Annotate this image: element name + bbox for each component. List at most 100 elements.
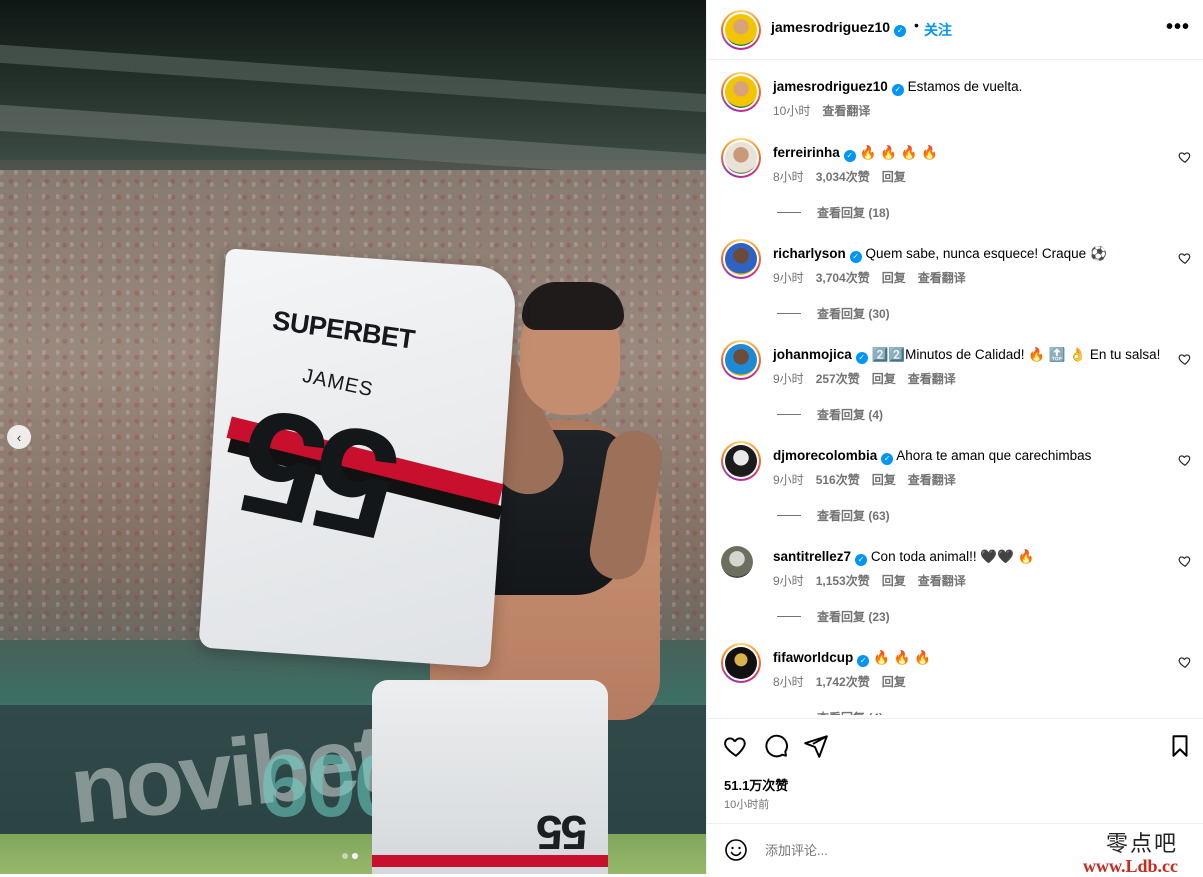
- view-replies-button[interactable]: 查看回复 (63): [777, 507, 890, 524]
- comment-time: 9小时: [773, 574, 804, 588]
- more-icon[interactable]: •••: [1166, 16, 1190, 39]
- comment-username[interactable]: ferreirinha: [773, 145, 840, 160]
- comment-input[interactable]: [763, 839, 1127, 861]
- chevron-left-icon: ‹: [16, 429, 22, 445]
- verified-icon: ✓: [855, 352, 868, 364]
- comment-body: 2️⃣2️⃣Minutos de Calidad! 🔥 🔝 👌 En tu sa…: [871, 347, 1161, 362]
- heart-icon[interactable]: [1178, 251, 1192, 265]
- caption-body: Estamos de vuelta.: [907, 79, 1023, 94]
- comment-body: 🔥 🔥 🔥 🔥: [859, 145, 939, 160]
- comment-meta: 9小时 516次赞 回复 查看翻译: [773, 471, 956, 488]
- verified-icon: ✓: [857, 655, 870, 667]
- watermark: 零点吧 www.Ldb.cc: [1083, 826, 1178, 877]
- carousel-dot-active: [352, 853, 358, 859]
- translate-button[interactable]: 查看翻译: [822, 102, 870, 119]
- commenter-avatar[interactable]: [721, 239, 761, 279]
- carousel-prev-button[interactable]: ‹: [7, 425, 31, 449]
- view-replies-label: 查看回复 (4): [817, 408, 884, 422]
- heart-icon[interactable]: [1178, 150, 1192, 164]
- author-username-text: jamesrodriguez10: [771, 19, 891, 35]
- comment-username[interactable]: santitrellez7: [773, 549, 851, 564]
- heart-icon[interactable]: [1178, 352, 1192, 366]
- emoji-icon[interactable]: [724, 838, 748, 862]
- heart-icon[interactable]: [1178, 554, 1192, 568]
- view-replies-label: 查看回复 (30): [817, 307, 890, 321]
- heart-icon[interactable]: [723, 733, 749, 759]
- comments-list[interactable]: jamesrodriguez10 ✓ Estamos de vuelta. 10小…: [707, 60, 1203, 715]
- reply-button[interactable]: 回复: [882, 673, 906, 690]
- author-avatar[interactable]: [721, 72, 761, 112]
- comment-text: djmorecolombia ✓ Ahora te aman que carech…: [773, 447, 1091, 465]
- comment-likes[interactable]: 3,034次赞: [816, 168, 870, 185]
- comment-text: richarlyson ✓ Quem sabe, nunca esquece! C…: [773, 245, 1107, 263]
- caption-text: jamesrodriguez10 ✓ Estamos de vuelta.: [773, 78, 1022, 96]
- view-replies-button[interactable]: 查看回复 (23): [777, 608, 890, 625]
- heart-icon[interactable]: [1178, 655, 1192, 669]
- view-replies-label: 查看回复 (23): [817, 610, 890, 624]
- comment-time: 8小时: [773, 675, 804, 689]
- shorts-number: 55: [538, 805, 588, 858]
- commenter-avatar[interactable]: [721, 643, 761, 683]
- comment-icon[interactable]: [763, 733, 789, 759]
- view-replies-button[interactable]: 查看回复 (4): [777, 709, 883, 715]
- translate-button[interactable]: 查看翻译: [908, 471, 956, 488]
- commenter-avatar[interactable]: [721, 340, 761, 380]
- comment-time: 9小时: [773, 271, 804, 285]
- comment-username[interactable]: johanmojica: [773, 347, 852, 362]
- comment-meta: 9小时 257次赞 回复 查看翻译: [773, 370, 956, 387]
- share-icon[interactable]: [803, 733, 829, 759]
- view-replies-button[interactable]: 查看回复 (4): [777, 406, 883, 423]
- header-separator: •: [914, 17, 919, 33]
- verified-icon: ✓: [894, 25, 907, 37]
- author-avatar[interactable]: [721, 10, 761, 50]
- commenter-avatar[interactable]: [721, 546, 753, 578]
- player-hair: [522, 282, 624, 330]
- reply-button[interactable]: 回复: [872, 471, 896, 488]
- comment-body: Con toda animal!! 🖤🖤 🔥: [870, 549, 1035, 564]
- commenter-avatar[interactable]: [721, 138, 761, 178]
- comment-likes[interactable]: 516次赞: [816, 471, 860, 488]
- comment-body: Ahora te aman que carechimbas: [896, 448, 1092, 463]
- post-photo[interactable]: novibet 600000 55 SUPERBET JAMES 55 ‹: [0, 0, 706, 874]
- verified-icon: ✓: [843, 150, 856, 162]
- view-replies-label: 查看回复 (4): [817, 709, 883, 715]
- follow-button[interactable]: 关注: [924, 20, 952, 40]
- post-time: 10小时前: [724, 799, 770, 811]
- comment-meta: 9小时 1,153次赞 回复 查看翻译: [773, 572, 966, 589]
- comment-username[interactable]: richarlyson: [773, 246, 846, 261]
- translate-button[interactable]: 查看翻译: [918, 572, 966, 589]
- comment-time: 9小时: [773, 473, 804, 487]
- jersey-number: 55: [234, 377, 413, 573]
- post-header: jamesrodriguez10 ✓ • 关注 •••: [707, 0, 1203, 60]
- comment-likes[interactable]: 1,153次赞: [816, 572, 870, 589]
- watermark-top: 零点吧: [1106, 832, 1179, 857]
- view-replies-label: 查看回复 (18): [817, 206, 890, 220]
- comment-likes[interactable]: 1,742次赞: [816, 673, 870, 690]
- reply-button[interactable]: 回复: [882, 572, 906, 589]
- caption-username[interactable]: jamesrodriguez10: [773, 79, 888, 94]
- comment-text: fifaworldcup ✓ 🔥 🔥 🔥: [773, 649, 931, 667]
- view-replies-button[interactable]: 查看回复 (30): [777, 305, 890, 322]
- view-replies-button[interactable]: 查看回复 (18): [777, 204, 890, 221]
- view-replies-label: 查看回复 (63): [817, 509, 890, 523]
- translate-button[interactable]: 查看翻译: [918, 269, 966, 286]
- comment-likes[interactable]: 257次赞: [816, 370, 860, 387]
- reply-button[interactable]: 回复: [882, 269, 906, 286]
- bookmark-icon[interactable]: [1167, 733, 1193, 759]
- heart-icon[interactable]: [1178, 453, 1192, 467]
- comment-username[interactable]: djmorecolombia: [773, 448, 877, 463]
- comment-username[interactable]: fifaworldcup: [773, 650, 853, 665]
- comment-meta: 9小时 3,704次赞 回复 查看翻译: [773, 269, 966, 286]
- verified-icon: ✓: [881, 453, 894, 465]
- comment-composer: 零点吧 www.Ldb.cc: [707, 823, 1203, 877]
- author-username[interactable]: jamesrodriguez10 ✓: [771, 19, 907, 37]
- translate-button[interactable]: 查看翻译: [908, 370, 956, 387]
- reply-button[interactable]: 回复: [882, 168, 906, 185]
- carousel-dot: [342, 853, 348, 859]
- commenter-avatar[interactable]: [721, 441, 761, 481]
- comment-likes[interactable]: 3,704次赞: [816, 269, 870, 286]
- likes-count[interactable]: 51.1万次赞: [724, 775, 788, 794]
- comment-body: Quem sabe, nunca esquece! Craque ⚽: [865, 246, 1107, 261]
- reply-button[interactable]: 回复: [872, 370, 896, 387]
- verified-icon: ✓: [849, 251, 862, 263]
